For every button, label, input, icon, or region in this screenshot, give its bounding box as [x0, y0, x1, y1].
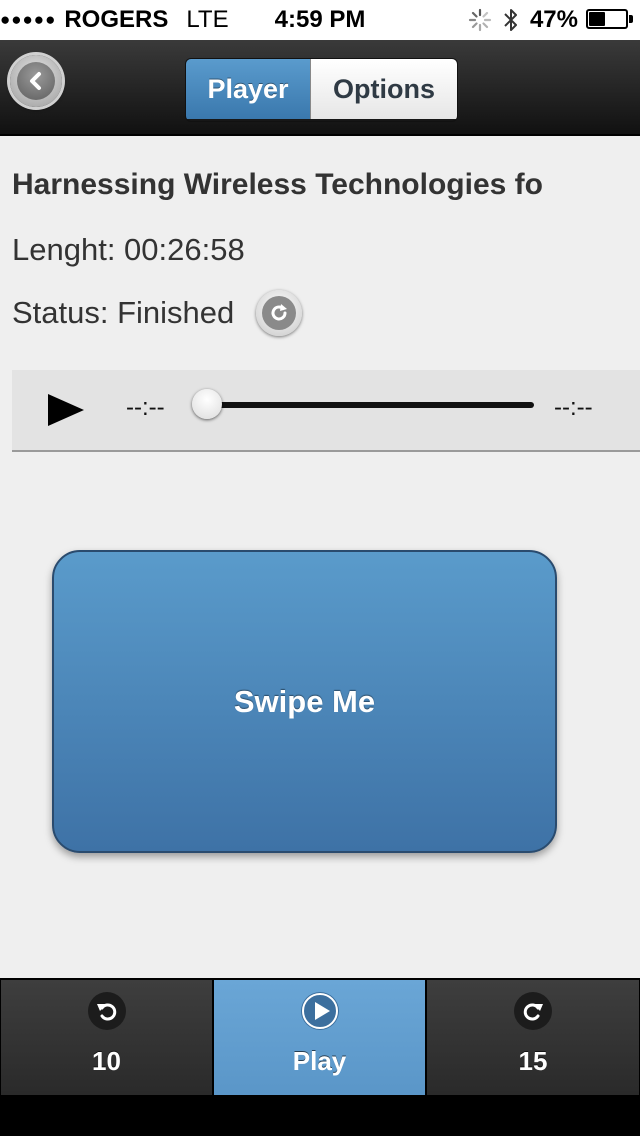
swipe-label: Swipe Me [233, 683, 376, 719]
current-time: --:-- [126, 394, 165, 421]
episode-length: Lenght: 00:26:58 [12, 232, 245, 267]
refresh-button[interactable] [256, 290, 303, 336]
rewind-label: 10 [92, 1046, 121, 1076]
segmented-control: Player Options [185, 58, 458, 122]
nav-bar: Player Options [0, 40, 640, 136]
episode-status: Status: Finished [12, 295, 235, 330]
rewind-10-button[interactable]: 10 [0, 980, 213, 1095]
back-button[interactable] [10, 55, 62, 107]
play-button[interactable]: Play [213, 980, 426, 1095]
audio-player: --:-- --:-- [12, 370, 640, 452]
home-indicator-area [0, 1095, 640, 1136]
play-circle-icon [301, 993, 338, 1029]
battery-icon [586, 9, 634, 31]
forward-label: 15 [518, 1046, 548, 1076]
chevron-left-icon [30, 72, 41, 90]
seek-knob[interactable] [192, 389, 222, 419]
bluetooth-icon [504, 9, 517, 31]
episode-status-row: Status: Finished [12, 288, 303, 338]
play-icon[interactable] [46, 390, 86, 430]
tab-player[interactable]: Player [186, 59, 310, 119]
total-time: --:-- [554, 394, 593, 421]
back-button-face [17, 62, 55, 100]
tab-options[interactable]: Options [310, 59, 457, 119]
rewind-icon [96, 1003, 116, 1021]
status-bar: ●●●●● ROGERS LTE 4:59 PM 47% [0, 0, 640, 40]
play-icon-circle [300, 992, 339, 1030]
refresh-button-face [262, 296, 297, 330]
status-right: 47% [468, 0, 634, 40]
activity-spinner-icon [468, 8, 492, 32]
seek-track[interactable] [202, 402, 534, 408]
forward-15-button[interactable]: 15 [426, 980, 640, 1095]
refresh-icon [271, 304, 288, 321]
forward-icon [523, 1003, 543, 1021]
forward-icon-circle [514, 992, 552, 1030]
bottom-toolbar: 10 Play 15 [0, 978, 640, 1095]
play-label: Play [292, 1046, 347, 1076]
swipe-area[interactable]: Swipe Me [52, 550, 557, 853]
battery-fill [589, 12, 605, 26]
episode-title: Harnessing Wireless Technologies fo [12, 168, 543, 201]
rewind-icon-circle [87, 992, 126, 1030]
battery-percent: 47% [529, 6, 578, 33]
